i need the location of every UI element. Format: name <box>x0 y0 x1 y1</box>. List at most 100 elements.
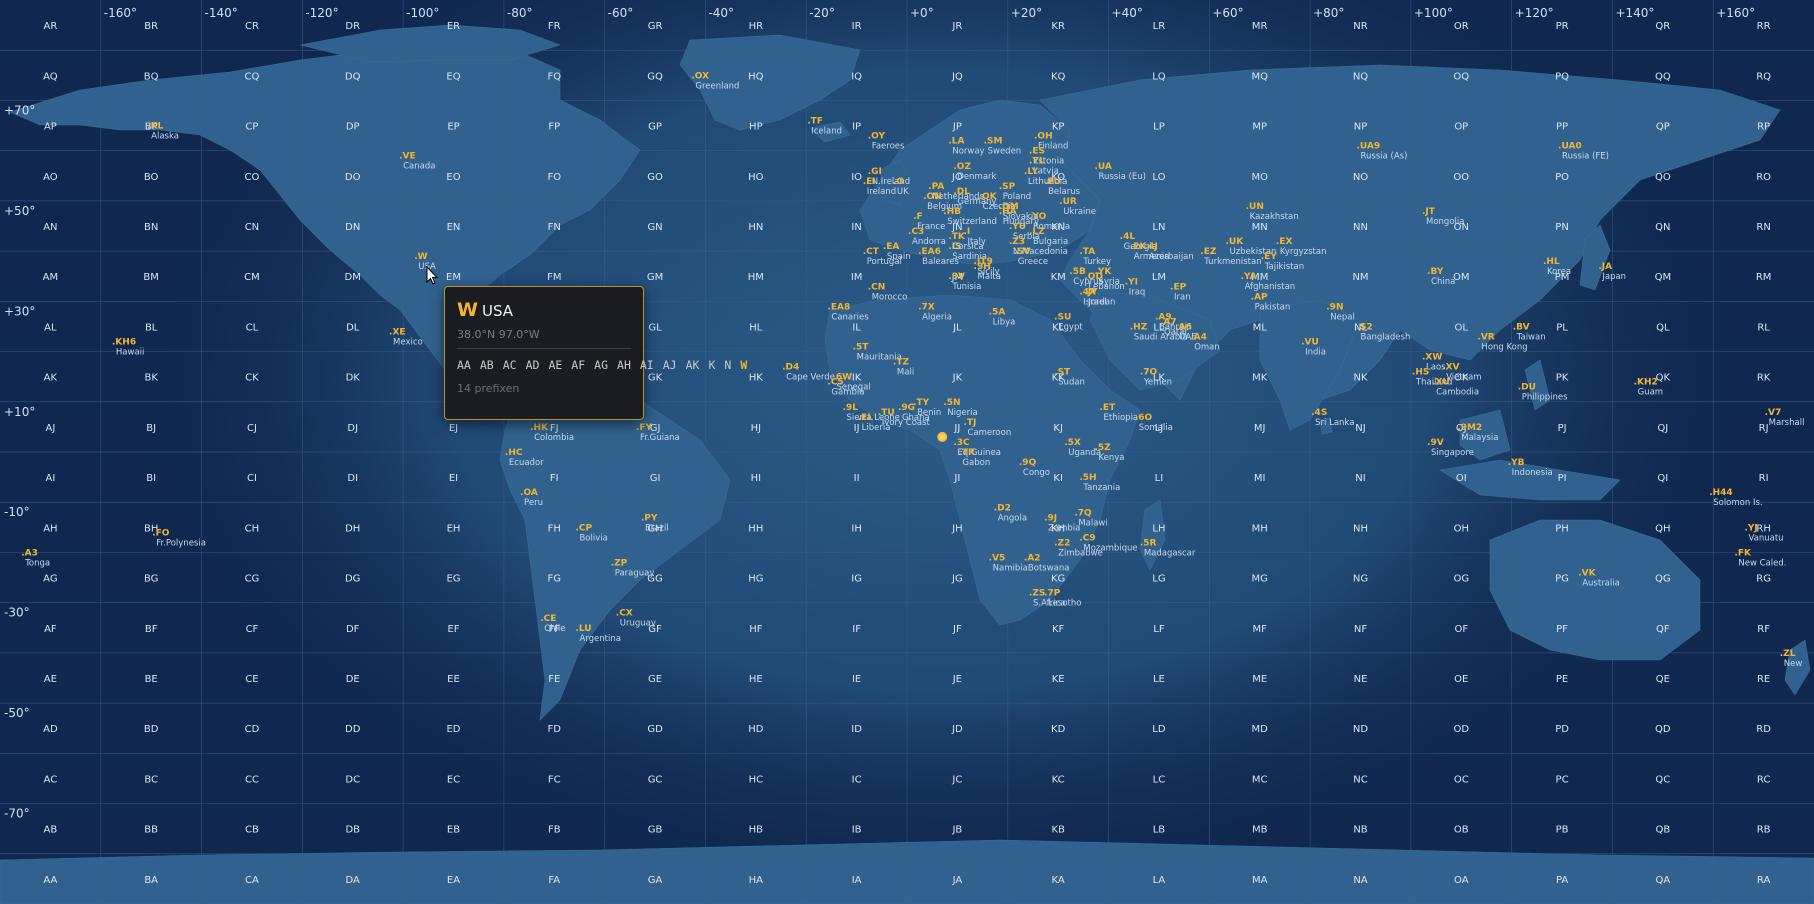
grid-field-label: MG <box>1252 574 1268 585</box>
entity-prefix: .KL <box>147 122 163 132</box>
grid-field-label: LI <box>1155 473 1164 484</box>
entity-prefix: .6O <box>1135 413 1153 423</box>
entity-name: Ethiopia <box>1104 413 1139 423</box>
tooltip-entity-name: USA <box>481 302 514 320</box>
entity-prefix: .BY <box>1427 267 1444 277</box>
tooltip-prefix-item: K <box>708 358 716 372</box>
grid-field-label: QJ <box>1657 423 1668 434</box>
tooltip-prefix-item: AB <box>479 358 494 372</box>
grid-field-label: JE <box>952 674 962 685</box>
grid-field-label: ER <box>447 21 460 32</box>
grid-field-label: DC <box>345 774 360 785</box>
grid-field-label: AM <box>43 272 58 283</box>
grid-field-label: AI <box>45 473 55 484</box>
entity-prefix: .OH <box>1034 132 1053 142</box>
entity-prefix: .C9 <box>1079 533 1095 543</box>
entity-name: Guam <box>1638 388 1663 398</box>
grid-field-label: DP <box>346 122 360 133</box>
tooltip-prefix-item: AH <box>617 358 631 372</box>
grid-field-label: NO <box>1353 172 1368 183</box>
entity-prefix: .CN <box>868 282 886 292</box>
entity-prefix: .A3 <box>21 548 38 558</box>
entity-prefix: .TJ <box>963 418 976 428</box>
entity-prefix: .TY <box>913 398 930 408</box>
entity-prefix: .CP <box>575 523 592 533</box>
entity-name: Mexico <box>393 337 423 347</box>
entity-name: Greece <box>1018 257 1048 267</box>
entity-prefix: .SU <box>1054 312 1071 322</box>
longitude-label: +20° <box>1011 6 1042 20</box>
entity-prefix: .VK <box>1578 569 1596 579</box>
entity-prefix: .4L <box>1120 232 1136 242</box>
grid-field-label: RI <box>1759 473 1769 484</box>
grid-field-label: QM <box>1655 272 1672 283</box>
grid-field-label: KM <box>1051 272 1066 283</box>
grid-field-label: HA <box>749 875 764 886</box>
entity-prefix: .HA <box>999 207 1017 217</box>
entity-name: Algeria <box>922 312 952 322</box>
entity-prefix: .XE <box>389 327 406 337</box>
entity-name: Hawaii <box>116 348 144 358</box>
grid-field-label: QQ <box>1655 71 1671 82</box>
entity-name: Indonesia <box>1512 468 1553 478</box>
grid-field-label: LH <box>1152 523 1165 534</box>
latitude-label: -50° <box>4 706 30 720</box>
entity-name: Korea <box>1547 267 1571 277</box>
tooltip-divider <box>457 348 631 349</box>
entity-prefix: .TR <box>958 448 975 458</box>
grid-field-label: MK <box>1252 373 1268 384</box>
entity-prefix: .UA0 <box>1558 142 1582 152</box>
grid-field-label: DR <box>345 21 360 32</box>
grid-field-label: JR <box>951 21 962 32</box>
entity-name: Madagascar <box>1144 548 1196 558</box>
grid-field-label: OO <box>1453 172 1469 183</box>
entity-prefix: .YI <box>1125 277 1138 287</box>
grid-field-label: AN <box>43 222 57 233</box>
grid-field-label: KP <box>1052 122 1065 133</box>
grid-field-label: EP <box>447 122 459 133</box>
grid-field-label: QP <box>1656 122 1670 133</box>
longitude-label: -140° <box>205 6 238 20</box>
grid-field-label: DO <box>345 172 361 183</box>
entity-prefix: .9L <box>843 403 859 413</box>
grid-field-label: PF <box>1556 624 1568 635</box>
entity-prefix: .5H <box>1079 473 1096 483</box>
grid-field-label: RM <box>1756 272 1772 283</box>
grid-field-label: ID <box>851 724 862 735</box>
grid-field-label: DG <box>345 574 360 585</box>
grid-field-label: PE <box>1556 674 1568 685</box>
world-map[interactable]: -160° -140° -120° -100° -80° -60° -40° -20° +0° +… <box>0 0 1814 904</box>
grid-field-label: QN <box>1655 222 1670 233</box>
grid-field-label: LC <box>1153 774 1166 785</box>
entity-prefix: .EA6 <box>918 247 941 257</box>
entity-prefix: .9N <box>1326 302 1343 312</box>
grid-field-label: CP <box>245 122 258 133</box>
entity-name: Morocco <box>872 292 908 302</box>
tooltip-prefix-item: AD <box>525 358 540 372</box>
grid-field-label: AK <box>44 373 58 384</box>
longitude-label: +100° <box>1414 6 1453 20</box>
tooltip-prefix-item: AF <box>571 358 586 372</box>
entity-prefix: .JA <box>1598 262 1612 272</box>
grid-field-label: EN <box>447 222 461 233</box>
grid-field-label: CL <box>246 322 259 333</box>
entity-name: UK <box>897 187 909 197</box>
entity-name: Solomon Is. <box>1713 498 1762 508</box>
grid-field-label: LQ <box>1152 71 1166 82</box>
grid-field-label: CC <box>245 774 259 785</box>
grid-field-label: OP <box>1454 122 1468 133</box>
entity-name: Norway <box>952 147 984 157</box>
grid-field-label: AR <box>43 21 57 32</box>
entity-prefix: .4J <box>1145 242 1158 252</box>
grid-field-label: FC <box>548 774 561 785</box>
grid-field-label: JB <box>951 825 962 836</box>
entity-name: Malawi <box>1078 518 1107 528</box>
entity-name: Tonga <box>24 558 50 568</box>
grid-field-label: DF <box>346 624 360 635</box>
grid-field-label: OQ <box>1453 71 1469 82</box>
entity-prefix: .CT <box>863 247 880 257</box>
longitude-label: -120° <box>305 6 338 20</box>
entity-name: Kenya <box>1098 453 1124 463</box>
grid-field-label: BN <box>144 222 158 233</box>
entity-prefix: .Z3 <box>1009 237 1025 247</box>
